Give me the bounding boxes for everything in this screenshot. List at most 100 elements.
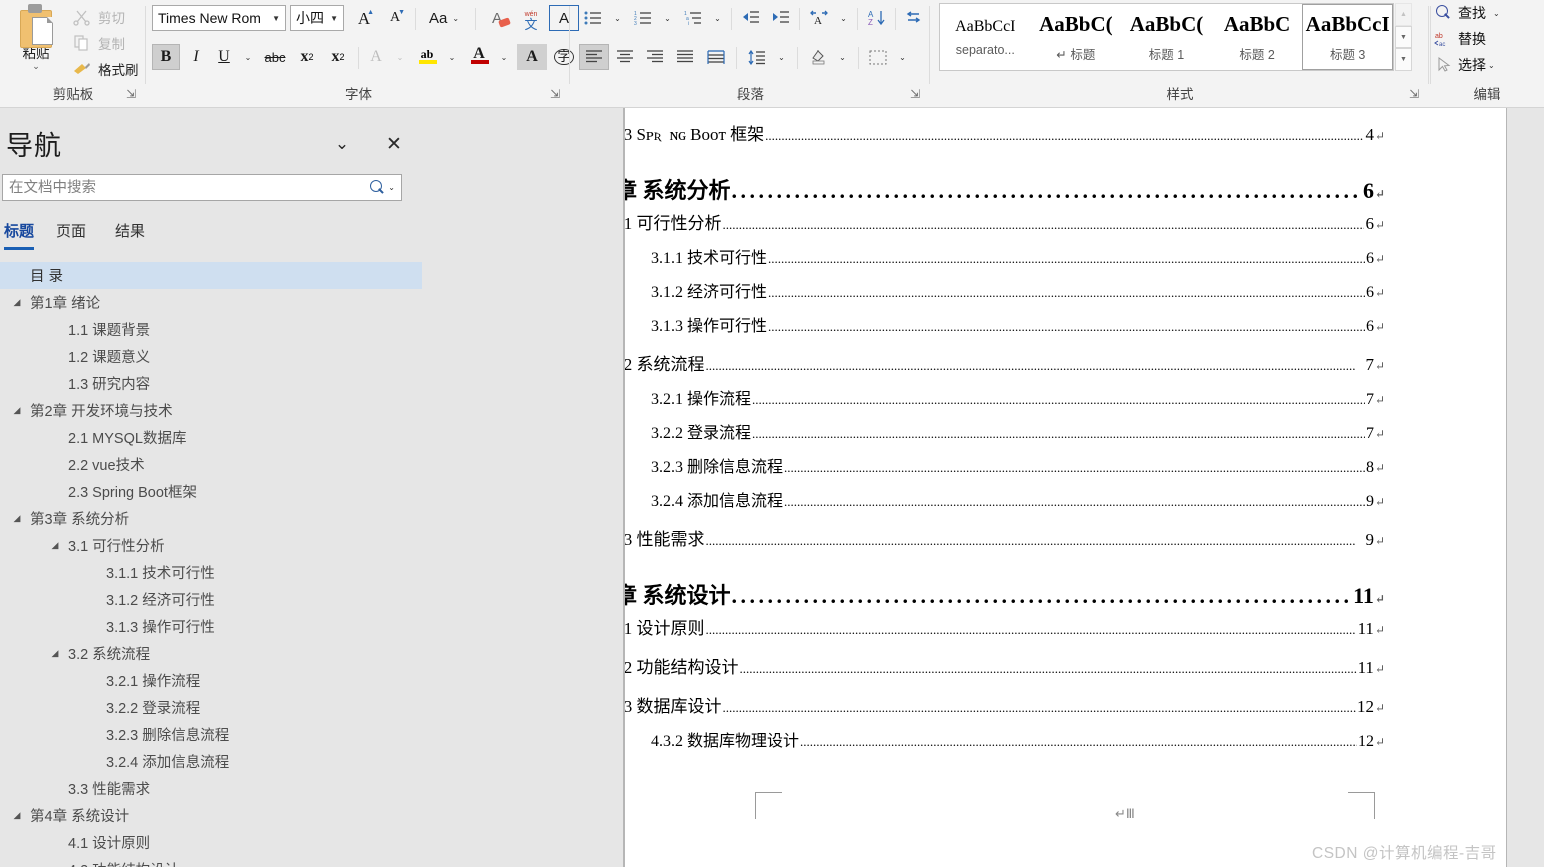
toc-entry[interactable]: 4.3.2 数据库物理设计...........................… bbox=[651, 727, 1385, 751]
paragraph-dialog-launcher[interactable]: ⇲ bbox=[908, 87, 922, 101]
navigation-tab-3[interactable]: 结果 bbox=[115, 214, 145, 246]
distribute-button[interactable] bbox=[701, 44, 731, 70]
nav-tree-item[interactable]: 4.2 功能结构设计 bbox=[0, 856, 422, 867]
toc-entry[interactable]: 3.2.4 添加信息流程............................… bbox=[651, 487, 1385, 511]
bold-button[interactable]: B bbox=[152, 44, 180, 70]
text-effects-dropdown[interactable]: ⌄ bbox=[390, 44, 410, 70]
nav-tree-item[interactable]: ◢ 第4章 系统设计 bbox=[0, 802, 422, 829]
style-item-3[interactable]: AaBbC(标题 1 bbox=[1121, 4, 1212, 70]
styles-scroll-up-button[interactable]: ▲ bbox=[1395, 3, 1412, 26]
nav-tree-item[interactable]: 目 录 bbox=[0, 262, 422, 289]
find-button[interactable]: 查找 ⌄ bbox=[1434, 0, 1500, 26]
font-color-button[interactable]: A bbox=[465, 44, 493, 70]
tree-expand-icon[interactable]: ◢ bbox=[46, 648, 64, 659]
toc-entry[interactable]: 2.3 Sᴘʀɪɴɢ Bᴏᴏᴛ 框架......................… bbox=[625, 120, 1385, 145]
style-item-2[interactable]: AaBbC(↵ 标题 bbox=[1030, 4, 1122, 70]
tree-expand-icon[interactable]: ◢ bbox=[8, 297, 26, 308]
toc-entry[interactable]: 3.3 性能需求................................… bbox=[625, 525, 1385, 550]
shrink-font-button[interactable]: A ▼ bbox=[381, 5, 409, 31]
toc-entry[interactable]: 3.1.2 经济可行性.............................… bbox=[651, 278, 1385, 302]
styles-scroll-down-button[interactable]: ▼ bbox=[1395, 25, 1412, 49]
nav-tree-item[interactable]: 3.3 性能需求 bbox=[0, 775, 422, 802]
search-icon[interactable] bbox=[368, 179, 386, 197]
numbering-dropdown[interactable]: ⌄ bbox=[658, 5, 677, 31]
asian-layout-dropdown[interactable]: ⌄ bbox=[834, 5, 853, 31]
toc-entry[interactable]: 第 3 章 系统分析..............................… bbox=[625, 173, 1385, 205]
nav-tree-item[interactable]: 1.2 课题意义 bbox=[0, 343, 422, 370]
chevron-down-icon[interactable]: ⌄ bbox=[1488, 61, 1495, 70]
nav-tree-item[interactable]: ◢ 第3章 系统分析 bbox=[0, 505, 422, 532]
chevron-down-icon[interactable]: ▼ bbox=[272, 14, 285, 23]
toc-entry[interactable]: 3.1.3 操作可行性.............................… bbox=[651, 312, 1385, 336]
line-spacing-button[interactable] bbox=[743, 44, 771, 70]
nav-tree-item[interactable]: 4.1 设计原则 bbox=[0, 829, 422, 856]
paste-dropdown-caret[interactable]: ⌄ bbox=[6, 61, 66, 71]
nav-tree-item[interactable]: 2.2 vue技术 bbox=[0, 451, 422, 478]
nav-tree-item[interactable]: 2.1 MYSQL数据库 bbox=[0, 424, 422, 451]
nav-tree-item[interactable]: ◢ 3.2 系统流程 bbox=[0, 640, 422, 667]
select-button[interactable]: 选择 ⌄ bbox=[1434, 52, 1495, 78]
nav-tree-item[interactable]: ◢ 第1章 绪论 bbox=[0, 289, 422, 316]
font-size-box[interactable]: 小四 ▼ bbox=[290, 5, 344, 31]
show-formatting-marks-button[interactable] bbox=[900, 5, 926, 31]
styles-gallery-scrollbar[interactable]: ▲ ▼ ▼ bbox=[1395, 3, 1412, 72]
tree-expand-icon[interactable]: ◢ bbox=[46, 540, 64, 551]
tree-expand-icon[interactable]: ◢ bbox=[8, 513, 26, 524]
sort-button[interactable]: AZ bbox=[863, 5, 891, 31]
nav-tree-item[interactable]: 3.2.4 添加信息流程 bbox=[0, 748, 422, 775]
line-spacing-dropdown[interactable]: ⌄ bbox=[772, 44, 791, 70]
nav-tree-item[interactable]: 1.3 研究内容 bbox=[0, 370, 422, 397]
text-highlight-dropdown[interactable]: ⌄ bbox=[442, 44, 462, 70]
toc-entry[interactable]: 3.1.1 技术可行性.............................… bbox=[651, 244, 1385, 268]
chevron-down-icon[interactable]: ⌄ bbox=[1493, 9, 1500, 18]
nav-tree-item[interactable]: 3.2.1 操作流程 bbox=[0, 667, 422, 694]
borders-button[interactable] bbox=[864, 44, 892, 70]
nav-tree-item[interactable]: 2.3 Spring Boot框架 bbox=[0, 478, 422, 505]
toc-entry[interactable]: 3.2.2 登录流程..............................… bbox=[651, 419, 1385, 443]
phonetic-guide-button[interactable]: wén 文 bbox=[515, 5, 547, 31]
justify-button[interactable] bbox=[670, 44, 700, 70]
multilevel-list-button[interactable]: 1ai bbox=[679, 5, 707, 31]
copy-button[interactable]: 复制 bbox=[72, 30, 125, 56]
toc-entry[interactable]: 第 4 章 系统设计..............................… bbox=[625, 578, 1385, 610]
paste-button[interactable]: 粘贴 ⌄ bbox=[6, 2, 66, 78]
shading-button[interactable] bbox=[804, 44, 832, 70]
document-page[interactable]: 2.3 Sᴘʀɪɴɢ Bᴏᴏᴛ 框架......................… bbox=[624, 108, 1507, 867]
navigation-heading-tree[interactable]: 目 录 ◢ 第1章 绪论 1.1 课题背景 1.2 课题意义 1.3 研究内容 ◢ 第2章 开… bbox=[0, 262, 422, 867]
tree-expand-icon[interactable]: ◢ bbox=[8, 810, 26, 821]
style-item-5[interactable]: AaBbCcI 标题 3 bbox=[1302, 4, 1393, 70]
bullets-dropdown[interactable]: ⌄ bbox=[608, 5, 627, 31]
decrease-indent-button[interactable] bbox=[737, 5, 765, 31]
grow-font-button[interactable]: A ▲ bbox=[350, 5, 378, 31]
underline-button[interactable]: U bbox=[211, 44, 237, 70]
text-effects-button[interactable]: A bbox=[363, 44, 389, 70]
align-left-button[interactable] bbox=[579, 44, 609, 70]
cut-button[interactable]: 剪切 bbox=[72, 4, 125, 30]
character-shading-button[interactable]: A bbox=[517, 44, 547, 70]
tree-expand-icon[interactable]: ◢ bbox=[8, 405, 26, 416]
search-options-chevron-icon[interactable]: ⌄ bbox=[388, 183, 395, 192]
nav-tree-item[interactable]: ◢ 3.1 可行性分析 bbox=[0, 532, 422, 559]
navigation-close-button[interactable]: ✕ bbox=[380, 130, 408, 158]
navigation-collapse-button[interactable]: ⌄ bbox=[328, 130, 356, 158]
toc-entry[interactable]: 4.1 设计原则................................… bbox=[625, 614, 1385, 639]
clear-formatting-button[interactable]: A bbox=[481, 5, 513, 31]
multilevel-dropdown[interactable]: ⌄ bbox=[708, 5, 727, 31]
numbering-button[interactable]: 123 bbox=[629, 5, 657, 31]
font-name-box[interactable]: Times New Rom ▼ bbox=[152, 5, 286, 31]
change-case-button[interactable]: Aa ⌄ bbox=[421, 5, 467, 31]
superscript-button[interactable]: x2 bbox=[324, 44, 352, 70]
align-right-button[interactable] bbox=[640, 44, 670, 70]
navigation-search-box[interactable]: ⌄ bbox=[2, 174, 402, 201]
chevron-down-icon[interactable]: ▼ bbox=[330, 14, 343, 23]
toc-entry[interactable]: 4.3 数据库设计...............................… bbox=[625, 692, 1385, 717]
styles-gallery[interactable]: AaBbCcI separato... AaBbC(↵ 标题 AaBbC(标题 1 Aa… bbox=[939, 3, 1394, 71]
bullets-button[interactable] bbox=[579, 5, 607, 31]
toc-entry[interactable]: 3.1 可行性分析...............................… bbox=[625, 209, 1385, 234]
align-center-button[interactable] bbox=[610, 44, 640, 70]
style-item-1[interactable]: AaBbCcI separato... bbox=[940, 4, 1031, 70]
toc-entry[interactable]: 3.2.1 操作流程..............................… bbox=[651, 385, 1385, 409]
replace-button[interactable]: ab ac 替换 bbox=[1434, 26, 1486, 52]
strikethrough-button[interactable]: abc bbox=[260, 44, 290, 70]
asian-layout-button[interactable]: A bbox=[805, 5, 833, 31]
